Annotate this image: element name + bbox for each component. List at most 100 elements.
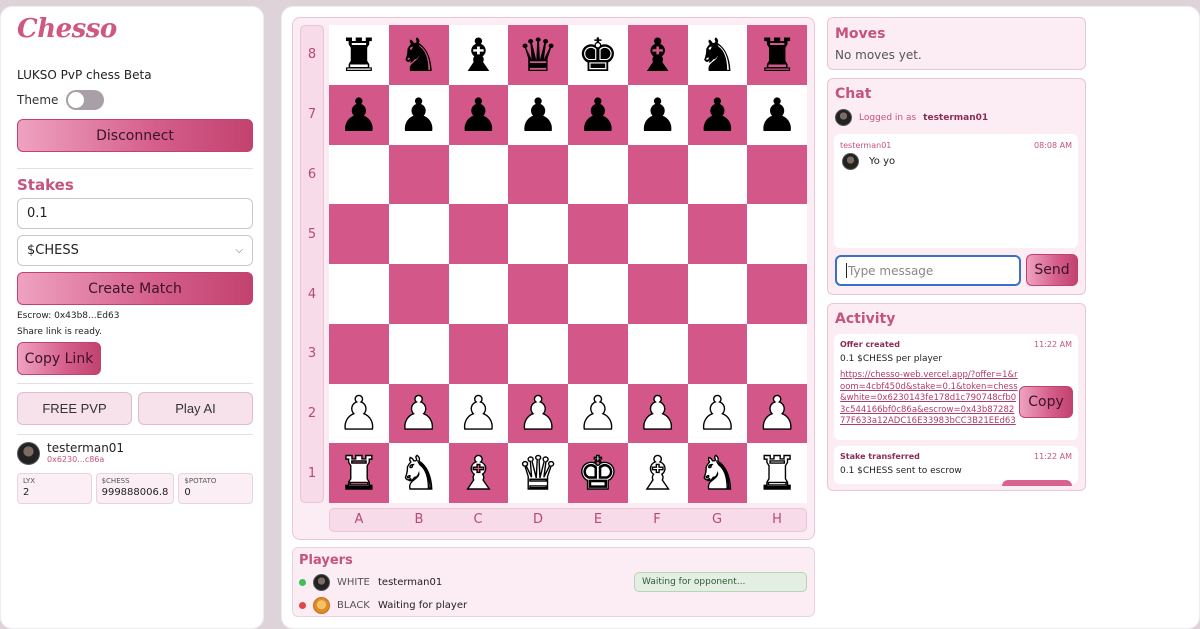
black-bishop-icon[interactable]: ♝	[458, 32, 499, 78]
square-e6[interactable]	[568, 144, 628, 205]
square-b7[interactable]: ♟	[388, 84, 449, 145]
square-c5[interactable]	[448, 204, 509, 264]
square-g5[interactable]	[687, 204, 748, 264]
square-e3[interactable]	[568, 323, 628, 384]
copy-link-button[interactable]: Copy Link	[17, 342, 101, 375]
square-h3[interactable]	[747, 323, 807, 384]
theme-toggle[interactable]	[66, 90, 105, 110]
square-h7[interactable]: ♟	[747, 84, 807, 145]
square-b3[interactable]	[388, 323, 449, 384]
square-a8[interactable]: ♜	[329, 25, 389, 85]
white-rook-icon[interactable]: ♜	[338, 449, 381, 496]
square-f8[interactable]: ♝	[627, 25, 688, 85]
black-bishop-icon[interactable]: ♝	[637, 32, 678, 78]
white-bishop-icon[interactable]: ♝	[457, 449, 500, 496]
square-h6[interactable]	[747, 144, 807, 205]
square-a2[interactable]: ♟	[329, 383, 389, 444]
send-button[interactable]: Send	[1026, 254, 1078, 286]
square-f1[interactable]: ♝	[627, 443, 688, 503]
white-pawn-icon[interactable]: ♟	[577, 390, 620, 437]
square-g6[interactable]	[687, 144, 748, 205]
square-e2[interactable]: ♟	[568, 383, 628, 444]
square-d8[interactable]: ♛	[508, 25, 568, 85]
black-pawn-icon[interactable]: ♟	[697, 92, 738, 138]
black-pawn-icon[interactable]: ♟	[338, 92, 379, 138]
square-h5[interactable]	[747, 204, 807, 264]
black-pawn-icon[interactable]: ♟	[518, 92, 559, 138]
square-a6[interactable]	[329, 144, 389, 205]
square-d7[interactable]: ♟	[508, 84, 568, 145]
square-e1[interactable]: ♚	[568, 443, 628, 503]
create-match-button[interactable]: Create Match	[17, 272, 253, 305]
white-pawn-icon[interactable]: ♟	[397, 390, 440, 437]
square-c6[interactable]	[448, 144, 509, 205]
square-d6[interactable]	[508, 144, 568, 205]
square-g2[interactable]: ♟	[687, 383, 748, 444]
white-bishop-icon[interactable]: ♝	[636, 449, 679, 496]
black-king-icon[interactable]: ♚	[577, 32, 618, 78]
white-knight-icon[interactable]: ♞	[696, 449, 739, 496]
token-select[interactable]: $CHESS ⌵	[17, 235, 253, 266]
black-pawn-icon[interactable]: ♟	[577, 92, 618, 138]
square-f3[interactable]	[627, 323, 688, 384]
square-c8[interactable]: ♝	[448, 25, 509, 85]
square-e4[interactable]	[568, 264, 628, 324]
offer-link[interactable]: https://chesso-web.vercel.app/?offer=1&r…	[840, 370, 1018, 428]
white-pawn-icon[interactable]: ♟	[756, 390, 799, 437]
black-rook-icon[interactable]: ♜	[338, 32, 379, 78]
square-c1[interactable]: ♝	[448, 443, 509, 503]
square-c4[interactable]	[448, 264, 509, 324]
white-knight-icon[interactable]: ♞	[397, 449, 440, 496]
free-pvp-button[interactable]: FREE PVP	[17, 392, 132, 425]
play-ai-button[interactable]: Play AI	[138, 392, 253, 425]
square-b2[interactable]: ♟	[388, 383, 449, 444]
black-pawn-icon[interactable]: ♟	[757, 92, 798, 138]
square-b6[interactable]	[388, 144, 449, 205]
square-a3[interactable]	[329, 323, 389, 384]
square-e8[interactable]: ♚	[568, 25, 628, 85]
square-d1[interactable]: ♛	[508, 443, 568, 503]
square-e5[interactable]	[568, 204, 628, 264]
square-b5[interactable]	[388, 204, 449, 264]
black-pawn-icon[interactable]: ♟	[458, 92, 499, 138]
square-c3[interactable]	[448, 323, 509, 384]
black-pawn-icon[interactable]: ♟	[637, 92, 678, 138]
square-d5[interactable]	[508, 204, 568, 264]
square-d4[interactable]	[508, 264, 568, 324]
white-pawn-icon[interactable]: ♟	[517, 390, 560, 437]
black-pawn-icon[interactable]: ♟	[398, 92, 439, 138]
white-king-icon[interactable]: ♚	[577, 449, 620, 496]
square-d3[interactable]	[508, 323, 568, 384]
square-g1[interactable]: ♞	[687, 443, 748, 503]
message-input[interactable]: Type message	[835, 255, 1021, 286]
white-queen-icon[interactable]: ♛	[517, 449, 560, 496]
black-queen-icon[interactable]: ♛	[518, 32, 559, 78]
black-rook-icon[interactable]: ♜	[757, 32, 798, 78]
square-f6[interactable]	[627, 144, 688, 205]
square-f5[interactable]	[627, 204, 688, 264]
square-g8[interactable]: ♞	[687, 25, 748, 85]
square-h4[interactable]	[747, 264, 807, 324]
square-h8[interactable]: ♜	[747, 25, 807, 85]
square-g7[interactable]: ♟	[687, 84, 748, 145]
square-a5[interactable]	[329, 204, 389, 264]
square-c7[interactable]: ♟	[448, 84, 509, 145]
square-c2[interactable]: ♟	[448, 383, 509, 444]
disconnect-button[interactable]: Disconnect	[17, 119, 253, 152]
square-a4[interactable]	[329, 264, 389, 324]
white-pawn-icon[interactable]: ♟	[636, 390, 679, 437]
square-b4[interactable]	[388, 264, 449, 324]
black-knight-icon[interactable]: ♞	[697, 32, 738, 78]
square-g3[interactable]	[687, 323, 748, 384]
square-g4[interactable]	[687, 264, 748, 324]
square-a7[interactable]: ♟	[329, 84, 389, 145]
square-h1[interactable]: ♜	[747, 443, 807, 503]
square-a1[interactable]: ♜	[329, 443, 389, 503]
square-e7[interactable]: ♟	[568, 84, 628, 145]
square-f7[interactable]: ♟	[627, 84, 688, 145]
square-f2[interactable]: ♟	[627, 383, 688, 444]
square-d2[interactable]: ♟	[508, 383, 568, 444]
white-pawn-icon[interactable]: ♟	[338, 390, 381, 437]
white-pawn-icon[interactable]: ♟	[696, 390, 739, 437]
white-pawn-icon[interactable]: ♟	[457, 390, 500, 437]
